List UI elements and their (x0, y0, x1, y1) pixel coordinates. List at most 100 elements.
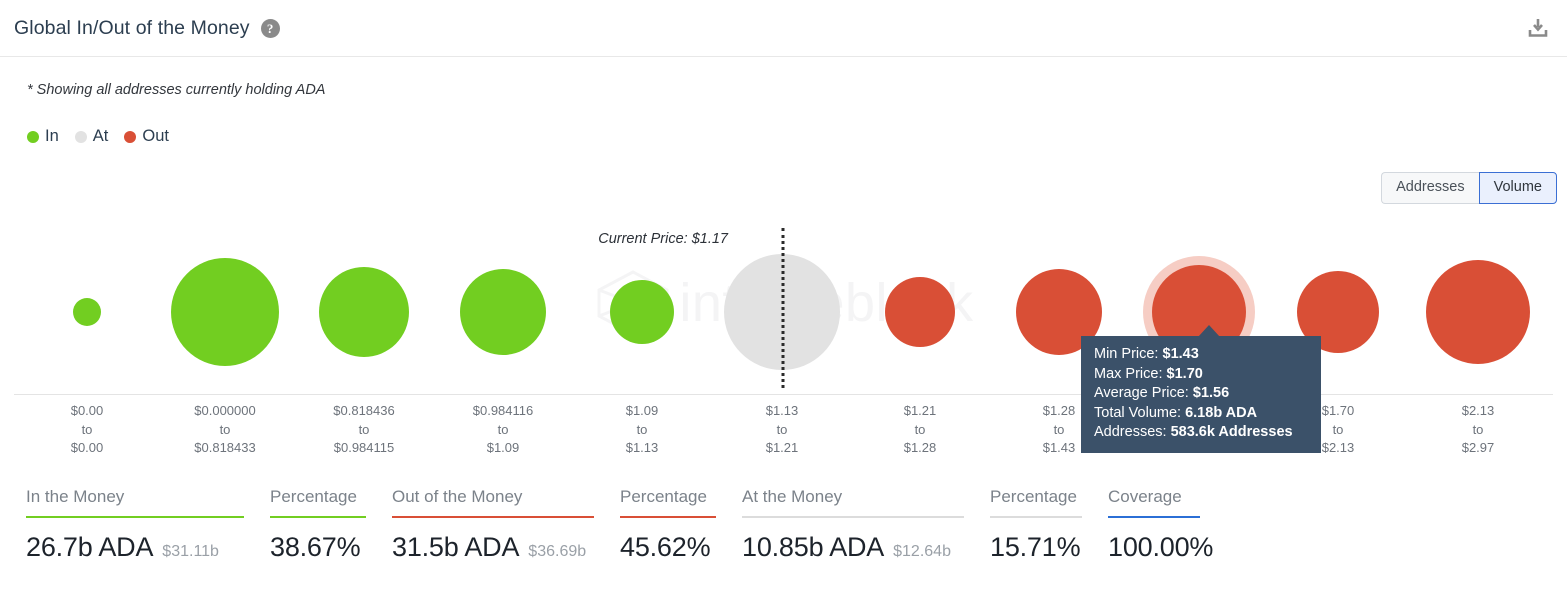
chart-panel: Global In/Out of the Money ? * Showing a… (0, 0, 1567, 607)
stat-value: 45.62% (620, 532, 711, 562)
tick-range-separator: to (914, 421, 926, 437)
bubble-in[interactable] (610, 280, 674, 344)
question-mark-icon[interactable]: ? (260, 18, 280, 38)
stat-value: 26.7b ADA (26, 532, 154, 562)
tick-range-from: $1.13 (765, 403, 799, 418)
stat-label: Percentage (990, 487, 1077, 506)
bubble-in[interactable] (319, 267, 409, 357)
tick-range-to: $1.13 (625, 440, 659, 455)
stat-value-row: 100.00% (1108, 532, 1213, 563)
stat-subvalue: $31.11b (162, 543, 219, 560)
stat-subvalue: $36.69b (528, 543, 587, 560)
stat-card: In the Money 26.7b ADA $31.11b (0, 487, 244, 563)
tick-range-to: $1.21 (765, 440, 799, 455)
stat-label: Percentage (620, 487, 707, 506)
tick-range-to: $0.00 (70, 440, 104, 455)
stat-value: 100.00% (1108, 532, 1214, 562)
stat-label: Percentage (270, 487, 357, 506)
legend-item-at: At (74, 127, 109, 146)
stat-underline (392, 516, 594, 518)
tick-range-separator: to (219, 421, 231, 437)
x-axis-tick: $2.13 to $2.97 (1462, 402, 1495, 458)
tick-range-to: $1.09 (486, 440, 520, 455)
tick-range-separator: to (1053, 421, 1065, 437)
tick-range-separator: to (1332, 421, 1344, 437)
tick-range-to: $2.13 (1321, 440, 1355, 455)
tick-range-separator: to (776, 421, 788, 437)
legend-dot-out (124, 130, 137, 143)
tooltip-value: $1.43 (1162, 346, 1199, 362)
stat-value: 38.67% (270, 532, 361, 562)
stat-value-row: 45.62% (620, 532, 716, 563)
stat-underline (990, 516, 1082, 518)
tick-range-from: $0.818436 (333, 403, 395, 418)
stat-label: Coverage (1108, 487, 1182, 506)
stat-card: Percentage 38.67% (244, 487, 366, 563)
download-icon[interactable] (1523, 13, 1553, 43)
chart-subtitle: * Showing all addresses currently holdin… (27, 82, 326, 98)
page-title: Global In/Out of the Money (14, 16, 250, 39)
tooltip-label: Addresses: (1094, 424, 1167, 440)
tick-range-to: $1.43 (1042, 440, 1076, 455)
tick-range-to: $2.97 (1461, 440, 1495, 455)
x-axis-tick: $0.818436 to $0.984115 (333, 402, 394, 458)
stat-subvalue: $12.64b (893, 543, 951, 560)
stat-label: At the Money (742, 487, 843, 506)
chart-legend: In At Out (27, 127, 178, 146)
legend-item-in: In (27, 127, 59, 146)
tooltip-row: Addresses: 583.6k Addresses (1094, 423, 1309, 443)
summary-stats: In the Money 26.7b ADA $31.11b Percentage 38… (0, 487, 1567, 607)
tick-range-to: $0.818433 (194, 440, 256, 455)
tooltip-label: Average Price: (1094, 385, 1189, 401)
legend-label-out: Out (142, 127, 169, 145)
tick-range-separator: to (81, 421, 93, 437)
toggle-addresses[interactable]: Addresses (1381, 172, 1479, 204)
stat-card: Out of the Money 31.5b ADA $36.69b (366, 487, 594, 563)
tick-range-from: $1.70 (1321, 403, 1355, 418)
x-axis-tick: $1.70 to $2.13 (1322, 402, 1355, 458)
tooltip-label: Max Price: (1094, 365, 1163, 382)
tick-range-from: $1.09 (625, 403, 659, 418)
tick-range-from: $1.28 (1042, 403, 1076, 418)
legend-label-at: At (92, 127, 109, 145)
stat-value: 15.71% (990, 532, 1081, 562)
tooltip-value: $1.70 (1166, 365, 1203, 382)
tick-range-from: $1.21 (903, 403, 937, 418)
tick-range-to: $1.28 (903, 440, 937, 455)
stat-label: In the Money (26, 487, 125, 506)
tooltip-label: Total Volume: (1094, 404, 1182, 421)
bubble-in[interactable] (73, 298, 101, 326)
x-axis-tick: $0.984116 to $1.09 (473, 402, 534, 458)
tick-range-separator: to (636, 421, 648, 437)
legend-dot-at (74, 130, 87, 143)
stat-underline (1108, 516, 1200, 518)
stat-value-row: 31.5b ADA $36.69b (392, 532, 594, 563)
tick-range-separator: to (497, 421, 509, 437)
stat-underline (26, 516, 244, 518)
stat-value: 31.5b ADA (392, 532, 520, 562)
stat-value-row: 10.85b ADA $12.64b (742, 532, 964, 563)
x-axis-tick: $1.28 to $1.43 (1043, 402, 1076, 458)
tooltip-row: Average Price: $1.56 (1094, 384, 1309, 404)
tooltip-row: Min Price: $1.43 (1094, 345, 1309, 365)
bubble-out[interactable] (885, 277, 955, 347)
metric-toggle-group[interactable]: Addresses Volume (1381, 172, 1557, 204)
x-axis-tick: $1.09 to $1.13 (626, 402, 659, 458)
current-price-line (781, 228, 785, 388)
tick-range-separator: to (358, 421, 370, 437)
toggle-volume[interactable]: Volume (1478, 172, 1557, 204)
stat-value-row: 15.71% (990, 532, 1082, 563)
legend-dot-in (27, 130, 39, 143)
stat-value-row: 26.7b ADA $31.11b (26, 532, 244, 563)
stat-card: Percentage 45.62% (594, 487, 716, 563)
axis-baseline (14, 394, 1553, 395)
bubble-tooltip: Min Price: $1.43 Max Price: $1.70 Averag… (1081, 336, 1321, 453)
bubble-in[interactable] (460, 269, 546, 355)
bubble-out[interactable] (1426, 260, 1530, 364)
stat-card: Coverage 100.00% (1082, 487, 1213, 563)
bubble-in[interactable] (171, 258, 279, 366)
bubble-plot: intotheblock Current Price: $1.17 (0, 210, 1567, 395)
x-axis-tick: $1.21 to $1.28 (904, 402, 937, 458)
current-price-label: Current Price: $1.17 (598, 231, 728, 247)
panel-header: Global In/Out of the Money ? (0, 0, 1567, 57)
